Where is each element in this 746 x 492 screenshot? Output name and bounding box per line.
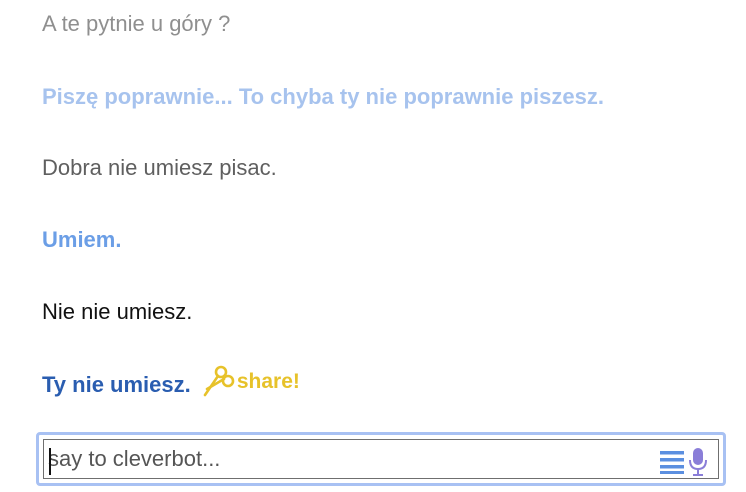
user-message: Nie nie umiesz. — [42, 299, 193, 324]
menu-icon[interactable] — [660, 450, 684, 474]
text-cursor — [49, 448, 51, 475]
user-message: A te pytnie u góry ? — [42, 11, 231, 36]
bot-message: Piszę poprawnie... To chyba ty nie popra… — [42, 84, 604, 109]
chat-input-container — [36, 432, 726, 486]
chat-input-box — [43, 439, 719, 479]
bot-message: Umiem. — [42, 227, 122, 252]
bot-message-text: Ty nie umiesz. — [42, 371, 191, 397]
scissors-icon — [203, 365, 235, 397]
chat-input[interactable] — [48, 440, 648, 478]
share-label: share! — [236, 370, 300, 393]
share-button[interactable]: share! — [201, 365, 300, 399]
microphone-icon[interactable] — [688, 447, 708, 477]
bot-message-latest: Ty nie umiesz. share! — [42, 365, 300, 403]
user-message: Dobra nie umiesz pisac. — [42, 155, 277, 180]
